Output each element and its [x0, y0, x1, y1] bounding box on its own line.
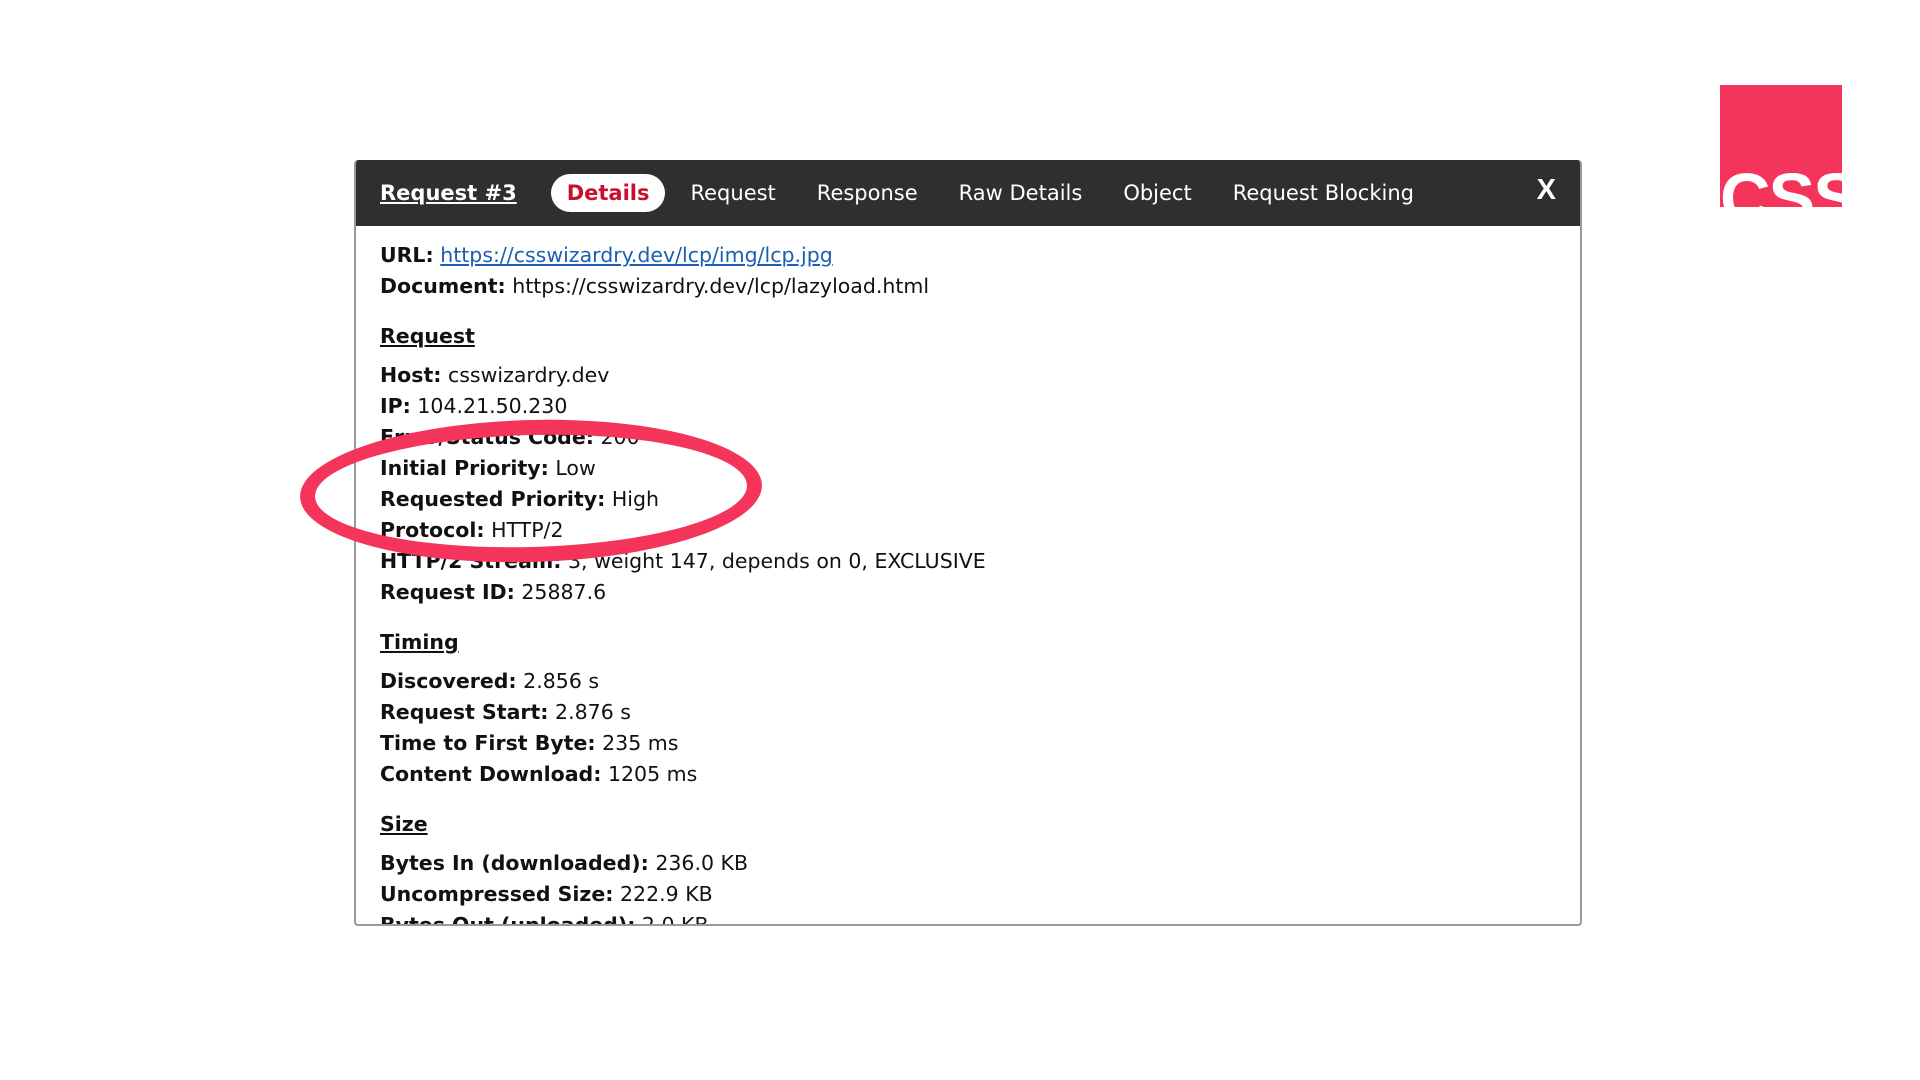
row-value: 2.876 s: [555, 700, 631, 724]
url-row: URL: https://csswizardry.dev/lcp/img/lcp…: [380, 240, 1556, 271]
url-label: URL:: [380, 243, 434, 267]
tab-response[interactable]: Response: [817, 181, 918, 205]
request-details-dialog: Request #3 Details Request Response Raw …: [354, 160, 1582, 926]
request-heading: Request: [380, 324, 475, 348]
row-value: High: [611, 487, 659, 511]
initial-priority-row: Initial Priority: Low: [380, 453, 1556, 484]
request-title[interactable]: Request #3: [380, 181, 517, 205]
tab-details[interactable]: Details: [550, 174, 666, 212]
row-value: Low: [555, 456, 596, 480]
row-value: 2.856 s: [523, 669, 600, 693]
discovered-row: Discovered: 2.856 s: [380, 666, 1556, 697]
row-value: 236.0 KB: [655, 851, 749, 875]
size-heading: Size: [380, 812, 428, 836]
row-value: 235 ms: [602, 731, 679, 755]
row-value: csswizardry.dev: [447, 363, 610, 387]
protocol-row: Protocol: HTTP/2: [380, 515, 1556, 546]
row-value: 25887.6: [521, 580, 607, 604]
ip-row: IP: 104.21.50.230: [380, 391, 1556, 422]
row-value: 200: [600, 425, 640, 449]
row-label: IP:: [380, 394, 411, 418]
row-label: Time to First Byte:: [380, 731, 596, 755]
close-icon[interactable]: X: [1537, 174, 1556, 207]
tab-raw-details[interactable]: Raw Details: [959, 181, 1083, 205]
request-start-row: Request Start: 2.876 s: [380, 697, 1556, 728]
details-content: URL: https://csswizardry.dev/lcp/img/lcp…: [356, 226, 1580, 926]
row-value: 1205 ms: [607, 762, 698, 786]
row-label: Request Start:: [380, 700, 549, 724]
row-label: Bytes In (downloaded):: [380, 851, 649, 875]
row-label: Request ID:: [380, 580, 515, 604]
requested-priority-row: Requested Priority: High: [380, 484, 1556, 515]
document-value: https://csswizardry.dev/lcp/lazyload.htm…: [512, 274, 930, 298]
http2-stream-row: HTTP/2 Stream: 3, weight 147, depends on…: [380, 546, 1556, 577]
tab-object[interactable]: Object: [1123, 181, 1191, 205]
request-id-row: Request ID: 25887.6: [380, 577, 1556, 608]
status-code-row: Error/Status Code: 200: [380, 422, 1556, 453]
row-value: HTTP/2: [491, 518, 564, 542]
bytes-in-row: Bytes In (downloaded): 236.0 KB: [380, 848, 1556, 879]
content-download-row: Content Download: 1205 ms: [380, 759, 1556, 790]
dialog-tab-bar: Request #3 Details Request Response Raw …: [356, 160, 1580, 226]
ttfb-row: Time to First Byte: 235 ms: [380, 728, 1556, 759]
row-label: Requested Priority:: [380, 487, 606, 511]
bytes-out-row: Bytes Out (uploaded): 2.0 KB: [380, 910, 1556, 926]
tab-request[interactable]: Request: [690, 181, 775, 205]
row-label: HTTP/2 Stream:: [380, 549, 562, 573]
row-value: 2.0 KB: [641, 913, 709, 926]
row-value: 3, weight 147, depends on 0, EXCLUSIVE: [568, 549, 986, 573]
tab-request-blocking[interactable]: Request Blocking: [1233, 181, 1414, 205]
document-row: Document: https://csswizardry.dev/lcp/la…: [380, 271, 1556, 302]
row-label: Protocol:: [380, 518, 485, 542]
uncompressed-size-row: Uncompressed Size: 222.9 KB: [380, 879, 1556, 910]
url-link[interactable]: https://csswizardry.dev/lcp/img/lcp.jpg: [440, 243, 832, 267]
timing-heading: Timing: [380, 630, 459, 654]
row-label: Error/Status Code:: [380, 425, 594, 449]
row-label: Uncompressed Size:: [380, 882, 614, 906]
row-value: 222.9 KB: [620, 882, 713, 906]
host-row: Host: csswizardry.dev: [380, 360, 1556, 391]
row-value: 104.21.50.230: [417, 394, 568, 418]
row-label: Initial Priority:: [380, 456, 549, 480]
row-label: Bytes Out (uploaded):: [380, 913, 636, 926]
row-label: Host:: [380, 363, 442, 387]
document-label: Document:: [380, 274, 506, 298]
row-label: Content Download:: [380, 762, 602, 786]
css-logo-text: CSS: [1720, 159, 1842, 207]
row-label: Discovered:: [380, 669, 517, 693]
css-logo: CSS: [1720, 85, 1842, 207]
